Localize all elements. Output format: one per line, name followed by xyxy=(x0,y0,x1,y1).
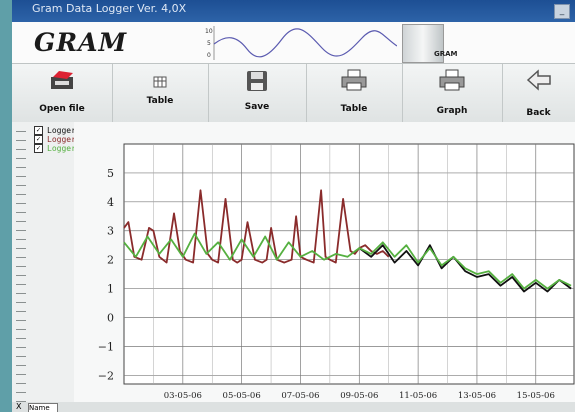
banner-mini-graph: 10 5 0 xyxy=(205,26,397,60)
x-tick-label: 09-05-06 xyxy=(340,391,378,401)
y-tick-label: 1 xyxy=(107,283,114,296)
x-tick-label: 07-05-06 xyxy=(281,391,319,401)
status-label: X xyxy=(16,402,22,411)
back-arrow-icon xyxy=(526,69,551,91)
brand-banner: GRAM 10 5 0 GRAM xyxy=(12,22,575,64)
logger-3-checkbox[interactable]: ✓ xyxy=(34,144,43,153)
y-tick-label: −2 xyxy=(98,369,114,382)
mini-tick-5: 5 xyxy=(207,40,211,47)
table-view-label: Table xyxy=(146,96,174,106)
logger-line-chart: 543210−1−2 03-05-0600:0005-05-0600:0007-… xyxy=(98,143,575,411)
x-tick-label: 11-05-06 xyxy=(399,391,437,401)
open-file-icon xyxy=(51,71,73,89)
back-button[interactable]: Back xyxy=(502,64,575,122)
print-table-label: Table xyxy=(340,104,368,114)
y-tick-label: −1 xyxy=(98,340,114,353)
x-tick-label: 15-05-06 xyxy=(517,391,555,401)
status-bar: X Name xyxy=(12,402,575,412)
print-table-button[interactable]: Table xyxy=(306,64,403,122)
open-file-label: Open file xyxy=(39,104,85,114)
window-title: Gram Data Logger Ver. 4,0X xyxy=(32,2,187,15)
printer-icon xyxy=(439,69,465,91)
fridge-brand-label: GRAM xyxy=(434,50,458,58)
printer-icon xyxy=(341,69,367,91)
table-view-button[interactable]: Table xyxy=(112,64,209,122)
gram-logo: GRAM xyxy=(34,28,128,57)
y-tick-label: 4 xyxy=(107,196,114,209)
y-tick-label: 5 xyxy=(107,167,114,180)
x-tick-label: 05-05-06 xyxy=(223,391,261,401)
y-tick-label: 2 xyxy=(107,254,114,267)
table-grid-icon xyxy=(153,76,167,88)
minimize-button[interactable]: _ xyxy=(554,4,570,19)
title-bar: Gram Data Logger Ver. 4,0X _ xyxy=(12,0,575,22)
save-button[interactable]: Save xyxy=(208,64,307,122)
app-window: Gram Data Logger Ver. 4,0X _ GRAM 10 5 0… xyxy=(12,0,575,412)
open-file-button[interactable]: Open file xyxy=(12,64,113,122)
logger-2-checkbox[interactable]: ✓ xyxy=(34,135,43,144)
x-tick-label: 13-05-06 xyxy=(458,391,496,401)
print-graph-button[interactable]: Graph xyxy=(402,64,503,122)
logger-1-checkbox[interactable]: ✓ xyxy=(34,126,43,135)
mini-tick-0: 0 xyxy=(207,52,211,59)
print-graph-label: Graph xyxy=(436,106,468,116)
toolbar: Open file Table Save Table Graph Back xyxy=(12,64,575,123)
y-tick-label: 3 xyxy=(107,225,114,238)
save-label: Save xyxy=(244,102,270,112)
floppy-disk-icon xyxy=(247,71,267,91)
x-tick-label: 03-05-06 xyxy=(164,391,202,401)
notebook-spiral xyxy=(16,126,26,406)
name-field[interactable]: Name xyxy=(28,403,58,412)
graph-area: 543210−1−2 03-05-0600:0005-05-0600:0007-… xyxy=(74,122,575,412)
back-label: Back xyxy=(526,108,551,118)
mini-tick-10: 10 xyxy=(205,28,213,35)
y-tick-label: 0 xyxy=(107,311,114,324)
